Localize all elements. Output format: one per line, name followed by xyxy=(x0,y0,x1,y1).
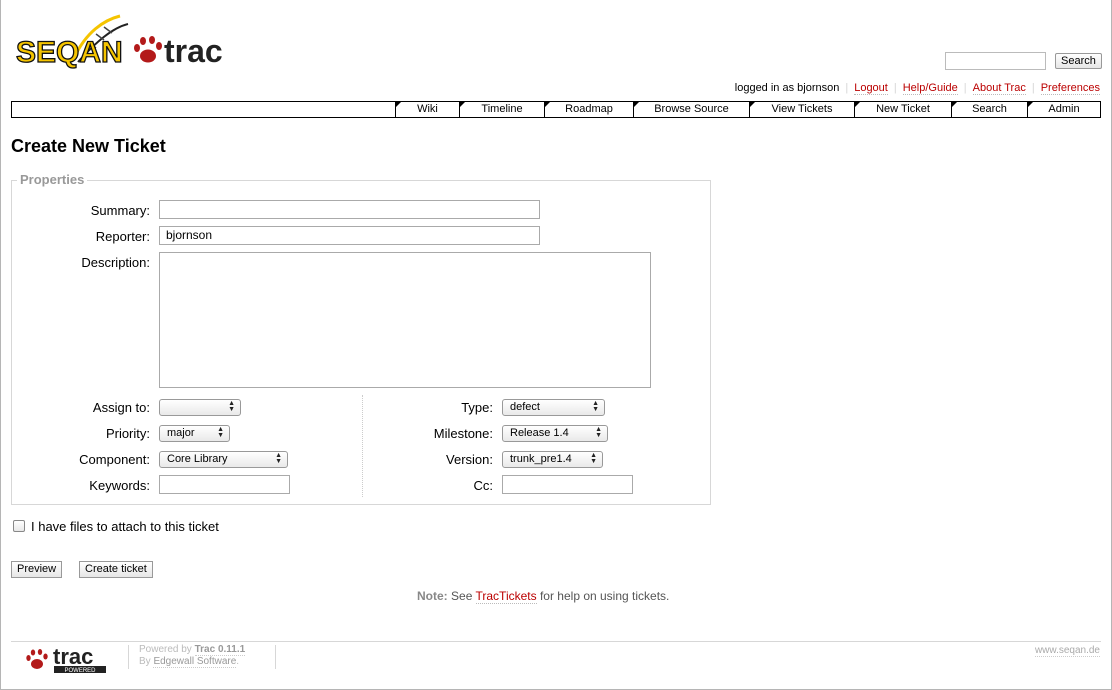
search-box xyxy=(945,52,1046,70)
component-label: Component: xyxy=(79,452,150,467)
version-select[interactable]: trunk_pre1.4 ▲ ▼ xyxy=(502,451,603,468)
version-label: Version: xyxy=(446,452,493,467)
footer-powered-by: Powered by Trac 0.11.1 By Edgewall Softw… xyxy=(139,644,246,668)
attach-files-checkbox[interactable] xyxy=(13,520,25,532)
site-url-link[interactable]: www.seqan.de xyxy=(1034,645,1100,657)
preferences-link[interactable]: Preferences xyxy=(1040,82,1100,95)
type-select[interactable]: defect ▲ ▼ xyxy=(502,399,605,416)
nav-wiki[interactable]: Wiki xyxy=(395,102,459,117)
priority-select[interactable]: major ▲ ▼ xyxy=(159,425,230,442)
summary-input[interactable] xyxy=(159,200,540,219)
logged-in-user: logged in as bjornson xyxy=(734,82,840,94)
assign-to-label: Assign to: xyxy=(92,400,150,415)
attach-files-label[interactable]: I have files to attach to this ticket xyxy=(31,519,219,534)
description-textarea[interactable] xyxy=(159,252,651,388)
cc-input[interactable] xyxy=(502,475,633,494)
select-arrows-icon: ▲ ▼ xyxy=(595,426,602,439)
properties-legend: Properties xyxy=(17,172,88,187)
nav-view-tickets[interactable]: View Tickets xyxy=(749,102,854,117)
search-button[interactable]: Search xyxy=(1055,53,1102,69)
version-value: trunk_pre1.4 xyxy=(510,453,572,465)
paw-icon xyxy=(134,36,162,63)
footer-separator xyxy=(128,645,129,669)
nav-admin[interactable]: Admin xyxy=(1027,102,1100,117)
footer-powered-badge: POWERED xyxy=(64,668,96,674)
help-guide-link[interactable]: Help/Guide xyxy=(902,82,958,95)
select-arrows-icon: ▲ ▼ xyxy=(592,400,599,413)
type-label: Type: xyxy=(461,400,493,415)
nav-timeline[interactable]: Timeline xyxy=(459,102,544,117)
footer-divider xyxy=(11,641,1101,642)
nav-roadmap[interactable]: Roadmap xyxy=(544,102,633,117)
assign-to-select[interactable]: ▲ ▼ xyxy=(159,399,241,416)
note-prefix: Note: xyxy=(417,589,448,603)
description-label: Description: xyxy=(81,255,150,270)
trac-version-link[interactable]: Trac 0.11.1 xyxy=(194,644,246,656)
edgewall-link[interactable]: Edgewall Software xyxy=(153,656,237,668)
trac-tickets-link[interactable]: TracTickets xyxy=(475,589,537,604)
logout-link[interactable]: Logout xyxy=(854,82,888,95)
logo-seqan-text: SEQAN xyxy=(16,36,123,69)
priority-value: major xyxy=(167,427,195,439)
keywords-input[interactable] xyxy=(159,475,290,494)
summary-label: Summary: xyxy=(90,203,150,218)
select-arrows-icon: ▲ ▼ xyxy=(590,452,597,465)
select-arrows-icon: ▲ ▼ xyxy=(228,400,235,413)
seqan-trac-logo[interactable]: SEQAN trac xyxy=(16,12,231,74)
search-input[interactable] xyxy=(945,52,1046,70)
type-value: defect xyxy=(510,401,540,413)
select-arrows-icon: ▲ ▼ xyxy=(217,426,224,439)
preview-button[interactable]: Preview xyxy=(11,561,63,578)
create-ticket-button[interactable]: Create ticket xyxy=(79,561,153,578)
footer-trac-text: trac xyxy=(53,644,93,669)
nav-new-ticket[interactable]: New Ticket xyxy=(854,102,951,117)
help-note: Note: See TracTickets for help on using … xyxy=(417,589,670,604)
trac-powered-logo[interactable]: trac POWERED xyxy=(24,644,108,677)
attach-files-option: I have files to attach to this ticket xyxy=(13,519,219,534)
footer-paw-icon xyxy=(26,649,48,669)
milestone-select[interactable]: Release 1.4 ▲ ▼ xyxy=(502,425,608,442)
reporter-label: Reporter: xyxy=(95,229,150,244)
priority-label: Priority: xyxy=(105,426,150,441)
cc-label: Cc: xyxy=(473,478,494,493)
meta-navigation: logged in as bjornson | Logout | Help/Guide |… xyxy=(734,82,1100,95)
note-suffix: for help on using tickets. xyxy=(539,589,670,603)
milestone-label: Milestone: xyxy=(433,426,493,441)
nav-search[interactable]: Search xyxy=(951,102,1027,117)
note-see: See xyxy=(451,589,473,603)
page-title: Create New Ticket xyxy=(11,136,166,156)
reporter-input[interactable]: bjornson xyxy=(159,226,540,245)
about-trac-link[interactable]: About Trac xyxy=(972,82,1026,95)
powered-by-text: Powered by xyxy=(139,644,192,655)
by-text: By xyxy=(139,656,151,667)
logo-trac-text: trac xyxy=(164,33,223,69)
component-value: Core Library xyxy=(167,453,228,465)
component-select[interactable]: Core Library ▲ ▼ xyxy=(159,451,288,468)
main-navigation: Wiki Timeline Roadmap Browse Source View… xyxy=(11,101,1101,118)
footer-separator xyxy=(275,645,276,669)
milestone-value: Release 1.4 xyxy=(510,427,569,439)
select-arrows-icon: ▲ ▼ xyxy=(275,452,282,465)
keywords-label: Keywords: xyxy=(89,478,150,493)
nav-browse-source[interactable]: Browse Source xyxy=(633,102,749,117)
